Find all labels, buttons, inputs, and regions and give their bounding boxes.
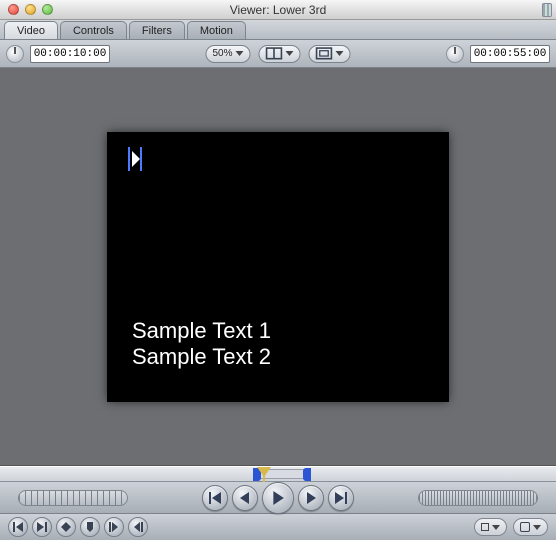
window-titlebar: Viewer: Lower 3rd [0, 0, 556, 20]
marker-icon [85, 522, 95, 532]
jog-control[interactable] [18, 490, 128, 506]
transport-bar [0, 482, 556, 514]
overlay-menu[interactable] [309, 45, 351, 63]
go-to-in-icon [209, 492, 221, 504]
chevron-down-icon [336, 51, 344, 56]
chevron-down-icon [286, 51, 294, 56]
next-edit-button[interactable] [32, 517, 52, 537]
shuttle-control[interactable] [418, 490, 538, 506]
generator-icon [520, 522, 530, 532]
keyframe-icon [61, 522, 71, 532]
lower-third-text: Sample Text 1 Sample Text 2 [132, 318, 271, 371]
go-to-out-icon [335, 492, 347, 504]
zoom-menu[interactable]: 50% [205, 45, 250, 63]
next-edit-icon [37, 522, 47, 532]
go-to-in-button[interactable] [202, 485, 228, 511]
viewer-toolbar: 00:00:10:00 50% 00:00:55:00 [0, 40, 556, 68]
viewer-canvas-area: Sample Text 1 Sample Text 2 [0, 68, 556, 466]
toolbar-right-group: 00:00:55:00 [446, 45, 550, 63]
play-forward-button[interactable] [298, 485, 324, 511]
tab-video[interactable]: Video [4, 21, 58, 39]
tab-motion[interactable]: Motion [187, 21, 246, 39]
clip-stack-icon [481, 523, 489, 531]
mark-in-button[interactable] [104, 517, 124, 537]
duration-timecode-icon[interactable] [446, 45, 464, 63]
play-forward-icon [305, 492, 317, 504]
tab-controls[interactable]: Controls [60, 21, 127, 39]
chevron-down-icon [492, 525, 500, 530]
text-origin-handle[interactable] [128, 147, 142, 171]
view-mode-menu[interactable] [259, 45, 301, 63]
prev-edit-button[interactable] [8, 517, 28, 537]
bottom-right-group [474, 518, 548, 536]
window-proxy-icon[interactable] [542, 3, 552, 17]
prev-edit-icon [13, 522, 23, 532]
recent-clips-menu[interactable] [474, 518, 507, 536]
toolbar-center-group: 50% [205, 45, 350, 63]
current-timecode-field[interactable]: 00:00:10:00 [30, 45, 110, 63]
add-keyframe-button[interactable] [56, 517, 76, 537]
play-reverse-button[interactable] [232, 485, 258, 511]
out-point-marker[interactable] [303, 468, 311, 481]
video-frame[interactable]: Sample Text 1 Sample Text 2 [108, 133, 448, 401]
duration-timecode-field[interactable]: 00:00:55:00 [470, 45, 550, 63]
mark-out-icon [133, 522, 143, 532]
mark-out-button[interactable] [128, 517, 148, 537]
add-marker-button[interactable] [80, 517, 100, 537]
transport-buttons [202, 482, 354, 514]
playhead[interactable] [257, 467, 271, 482]
play-reverse-icon [239, 492, 251, 504]
text-line-2[interactable]: Sample Text 2 [132, 344, 271, 370]
view-layout-icon [266, 47, 283, 60]
text-line-1[interactable]: Sample Text 1 [132, 318, 271, 344]
play-icon [271, 491, 285, 505]
current-timecode-icon[interactable] [6, 45, 24, 63]
overlay-icon [316, 47, 333, 60]
scrubber-ruler[interactable] [0, 466, 556, 482]
tab-filters[interactable]: Filters [129, 21, 185, 39]
bottom-toolbar [0, 514, 556, 540]
generator-menu[interactable] [513, 518, 548, 536]
zoom-value: 50% [212, 48, 232, 59]
play-button[interactable] [262, 482, 294, 514]
go-to-out-button[interactable] [328, 485, 354, 511]
window-title: Viewer: Lower 3rd [0, 3, 556, 17]
mark-in-icon [109, 522, 119, 532]
chevron-down-icon [533, 525, 541, 530]
chevron-down-icon [236, 51, 244, 56]
viewer-tabbar: Video Controls Filters Motion [0, 20, 556, 40]
